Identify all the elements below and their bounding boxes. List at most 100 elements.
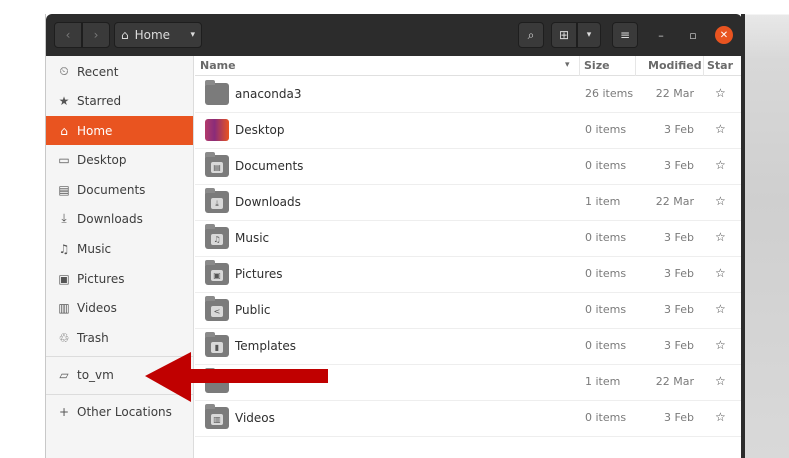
location-home-button[interactable]: ⌂ Home ▾ (114, 22, 202, 48)
star-icon: ★ (58, 93, 70, 108)
sidebar-item-label: Home (77, 123, 113, 138)
sidebar-item-label: Starred (77, 93, 122, 108)
sidebar-item-label: Pictures (77, 271, 125, 286)
sidebar-item-label: Trash (77, 330, 109, 345)
star-toggle-icon[interactable]: ☆ (715, 374, 726, 388)
document-icon: ▤ (58, 182, 70, 197)
file-size: 0 items (585, 231, 627, 244)
search-button[interactable]: ⌕ (518, 22, 544, 48)
desktop-background-left (0, 0, 45, 458)
file-name: anaconda3 (235, 87, 302, 101)
sidebar-item-downloads[interactable]: ⤓ Downloads (46, 204, 193, 233)
folder-icon (205, 80, 229, 105)
column-name-header[interactable]: Name (200, 59, 236, 72)
arrow-head (145, 352, 191, 402)
file-row[interactable]: ▤ Documents 0 items 3 Feb ☆ (195, 149, 741, 185)
desktop-folder-icon (205, 119, 229, 141)
file-modified: 3 Feb (664, 339, 694, 352)
minimize-button[interactable]: – (652, 26, 670, 44)
sidebar-item-music[interactable]: ♫ Music (46, 234, 193, 263)
videos-folder-icon: ▥ (205, 404, 229, 429)
sidebar-item-recent[interactable]: ⏲ Recent (46, 57, 193, 86)
star-toggle-icon[interactable]: ☆ (715, 410, 726, 424)
file-row[interactable]: ⤓ Downloads 1 item 22 Mar ☆ (195, 185, 741, 221)
documents-folder-icon: ▤ (205, 152, 229, 177)
star-toggle-icon[interactable]: ☆ (715, 266, 726, 280)
sidebar-item-label: Desktop (77, 152, 127, 167)
file-size: 26 items (585, 87, 634, 100)
file-modified: 3 Feb (664, 411, 694, 424)
star-toggle-icon[interactable]: ☆ (715, 194, 726, 208)
search-icon: ⌕ (527, 27, 535, 42)
clock-icon: ⏲ (59, 64, 69, 78)
file-name: Downloads (235, 195, 301, 209)
file-name: Videos (235, 411, 275, 425)
star-toggle-icon[interactable]: ☆ (715, 338, 726, 352)
file-row[interactable]: ▣ Pictures 0 items 3 Feb ☆ (195, 257, 741, 293)
sidebar-item-trash[interactable]: ♲ Trash (46, 323, 193, 352)
file-name: Desktop (235, 123, 285, 137)
arrow-shaft (183, 369, 328, 383)
star-toggle-icon[interactable]: ☆ (715, 86, 726, 100)
star-toggle-icon[interactable]: ☆ (715, 122, 726, 136)
file-name: Music (235, 231, 270, 245)
sidebar-item-home[interactable]: ⌂ Home (46, 116, 193, 145)
annotation-arrow (145, 352, 328, 402)
music-icon: ♫ (211, 234, 223, 245)
file-name: Documents (235, 159, 304, 173)
star-toggle-icon[interactable]: ☆ (715, 158, 726, 172)
caret-down-icon: ▾ (586, 30, 592, 40)
file-modified: 22 Mar (655, 87, 694, 100)
file-modified: 3 Feb (664, 231, 694, 244)
document-icon: ▤ (211, 162, 223, 173)
file-name: Public (235, 303, 271, 317)
menu-button[interactable]: ≡ (612, 22, 638, 48)
trash-icon: ♲ (58, 330, 70, 345)
file-modified: 22 Mar (655, 375, 694, 388)
column-size-header[interactable]: Size (584, 59, 610, 72)
sidebar-item-starred[interactable]: ★ Starred (46, 86, 193, 115)
desktop-icon: ▭ (58, 152, 70, 167)
file-modified: 3 Feb (664, 267, 694, 280)
file-row[interactable]: ♫ Music 0 items 3 Feb ☆ (195, 221, 741, 257)
sidebar-item-label: Recent (77, 64, 119, 79)
chevron-left-icon: ‹ (65, 28, 71, 42)
forward-button[interactable]: › (82, 22, 110, 48)
video-icon: ▥ (58, 300, 70, 315)
file-size: 0 items (585, 123, 627, 136)
close-icon: ✕ (719, 29, 729, 41)
sidebar-item-label: Documents (77, 182, 146, 197)
column-star-header[interactable]: Star (707, 59, 733, 72)
sidebar-item-label: Other Locations (77, 404, 172, 419)
sidebar-item-desktop[interactable]: ▭ Desktop (46, 145, 193, 174)
sidebar-item-documents[interactable]: ▤ Documents (46, 175, 193, 204)
star-toggle-icon[interactable]: ☆ (715, 302, 726, 316)
view-options-button[interactable]: ▾ (577, 22, 601, 48)
file-row[interactable]: ▥ Videos 0 items 3 Feb ☆ (195, 401, 741, 437)
file-modified: 3 Feb (664, 159, 694, 172)
file-name: Pictures (235, 267, 283, 281)
maximize-button[interactable]: ▫ (684, 26, 702, 44)
sidebar-item-videos[interactable]: ▥ Videos (46, 293, 193, 322)
close-button[interactable]: ✕ (715, 26, 733, 44)
pictures-folder-icon: ▣ (205, 260, 229, 285)
minimize-icon: – (658, 28, 664, 42)
back-button[interactable]: ‹ (54, 22, 82, 48)
location-label: Home (134, 28, 171, 42)
plus-icon: + (58, 404, 70, 419)
file-size: 0 items (585, 159, 627, 172)
column-header: Name ▾ Size Modified Star (195, 56, 741, 76)
sidebar-item-pictures[interactable]: ▣ Pictures (46, 264, 193, 293)
file-row[interactable]: < Public 0 items 3 Feb ☆ (195, 293, 741, 329)
file-row[interactable]: Desktop 0 items 3 Feb ☆ (195, 113, 741, 149)
hamburger-icon: ≡ (619, 28, 631, 42)
grid-view-button[interactable]: ⊞ (551, 22, 577, 48)
share-icon: < (211, 306, 223, 317)
star-toggle-icon[interactable]: ☆ (715, 230, 726, 244)
column-modified-header[interactable]: Modified (648, 59, 702, 72)
sort-descending-icon[interactable]: ▾ (565, 60, 570, 70)
column-divider (703, 56, 704, 76)
file-size: 0 items (585, 267, 627, 280)
maximize-icon: ▫ (689, 28, 697, 42)
file-row[interactable]: anaconda3 26 items 22 Mar ☆ (195, 77, 741, 113)
